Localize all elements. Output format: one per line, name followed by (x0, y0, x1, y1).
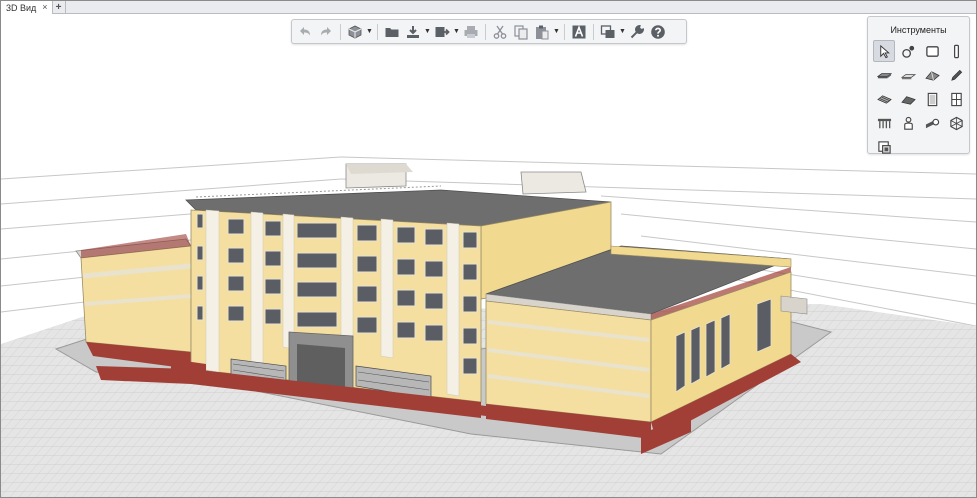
stair-tool[interactable] (873, 88, 895, 110)
main-toolbar: ▼ ▼ ▼ ▼ ▼ (291, 19, 687, 44)
import-dropdown[interactable]: ▼ (424, 22, 431, 42)
undo-icon (300, 26, 310, 35)
add-tab-button[interactable]: + (53, 1, 66, 14)
toolbar-separator (377, 23, 378, 40)
paste-icon (536, 25, 549, 39)
toolbar-separator (485, 23, 486, 40)
tools-panel: Инструменты (867, 16, 970, 154)
redo-icon (321, 26, 331, 35)
close-icon[interactable]: × (42, 3, 47, 12)
copy-icon (514, 24, 528, 40)
text-a-icon (572, 24, 586, 38)
cube-icon (348, 25, 362, 38)
export-dropdown[interactable]: ▼ (453, 22, 460, 42)
layers-dropdown[interactable]: ▼ (619, 22, 626, 42)
roof-icon (924, 70, 940, 81)
railing-tool[interactable] (873, 112, 895, 134)
copy-button[interactable] (511, 22, 531, 42)
node-link-tool[interactable] (897, 40, 919, 62)
layers-button[interactable] (598, 22, 618, 42)
tab-label: 3D Вид (6, 2, 37, 13)
roof-tool[interactable] (921, 64, 943, 86)
printer-icon (464, 25, 478, 38)
paste-dropdown[interactable]: ▼ (553, 22, 560, 42)
settings-button[interactable] (627, 22, 647, 42)
tools-grid (873, 40, 967, 158)
export-icon (435, 26, 450, 37)
select-pointer-tool[interactable] (873, 40, 895, 62)
wrench-icon (630, 24, 645, 38)
toolbar-separator (593, 23, 594, 40)
column-tool[interactable] (945, 40, 967, 62)
beam-icon (900, 73, 916, 79)
rectangle-tool[interactable] (921, 40, 943, 62)
pipe-tool[interactable] (921, 112, 943, 134)
railing-icon (877, 118, 891, 128)
column-icon (953, 44, 959, 58)
view-cube-button[interactable] (345, 22, 365, 42)
window-icon (950, 92, 962, 106)
import-icon (407, 25, 419, 38)
slab-icon (876, 72, 892, 78)
window-tool[interactable] (945, 88, 967, 110)
left-wing (75, 234, 192, 369)
text-style-button[interactable] (569, 22, 589, 42)
open-folder-button[interactable] (382, 22, 402, 42)
export-button[interactable] (432, 22, 452, 42)
object-icon (903, 116, 913, 130)
print-button[interactable] (461, 22, 481, 42)
ramp-icon (900, 95, 916, 105)
ramp-tool[interactable] (897, 88, 919, 110)
toolbar-separator (564, 23, 565, 40)
pencil-tool[interactable] (945, 64, 967, 86)
tab-3d-view[interactable]: 3D Вид × (1, 1, 53, 14)
beam-tool[interactable] (897, 64, 919, 86)
pencil-icon (950, 69, 962, 81)
tab-strip: 3D Вид × + (1, 1, 976, 14)
mesh-tool[interactable] (945, 112, 967, 134)
tools-panel-title: Инструменты (890, 25, 947, 35)
toolbar-separator (340, 23, 341, 40)
view-cube-dropdown[interactable]: ▼ (366, 22, 373, 42)
3d-viewport[interactable]: ▼ ▼ ▼ ▼ ▼ Инструменты (1, 14, 976, 498)
cut-button[interactable] (490, 22, 510, 42)
paste-button[interactable] (532, 22, 552, 42)
pointer-icon (879, 44, 890, 58)
folder-icon (385, 27, 399, 37)
layers-icon (600, 24, 615, 38)
help-button[interactable] (648, 22, 668, 42)
rectangle-icon (925, 45, 939, 57)
redo-button[interactable] (316, 22, 336, 42)
slab-tool[interactable] (873, 64, 895, 86)
undo-button[interactable] (295, 22, 315, 42)
import-button[interactable] (403, 22, 423, 42)
scissors-icon (493, 25, 507, 39)
building-model-3d[interactable] (1, 14, 976, 498)
pipe-icon (925, 118, 939, 128)
node-link-icon (901, 45, 914, 58)
help-icon (651, 24, 665, 39)
zone-tool[interactable] (873, 136, 895, 158)
door-tool[interactable] (921, 88, 943, 110)
object-tool[interactable] (897, 112, 919, 134)
stair-icon (876, 94, 892, 104)
zone-icon (877, 140, 891, 154)
window-frame: 3D Вид × + ▼ ▼ ▼ ▼ ▼ Инструменты (0, 0, 977, 498)
mesh-icon (949, 116, 963, 130)
door-icon (927, 92, 937, 106)
